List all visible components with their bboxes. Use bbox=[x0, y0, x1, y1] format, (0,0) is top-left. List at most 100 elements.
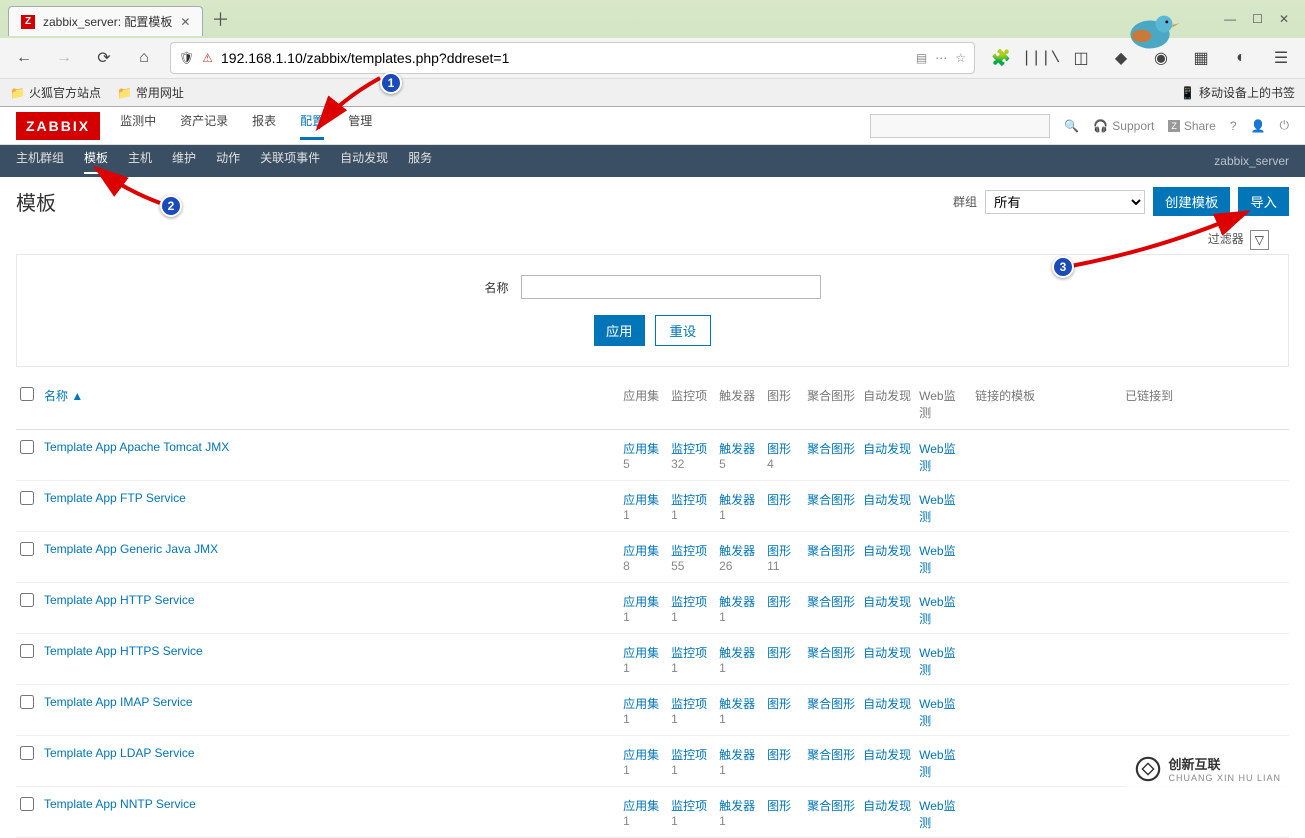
row-checkbox[interactable] bbox=[20, 593, 34, 607]
graphs-link[interactable]: 图形 bbox=[767, 646, 791, 660]
home-button[interactable]: ⌂ bbox=[130, 44, 158, 72]
ext3-icon[interactable]: ▦ bbox=[1187, 44, 1215, 72]
top-nav-item[interactable]: 资产记录 bbox=[180, 112, 228, 140]
reset-button[interactable]: 重设 bbox=[655, 315, 712, 346]
screens-link[interactable]: 聚合图形 bbox=[807, 442, 855, 456]
screens-link[interactable]: 聚合图形 bbox=[807, 646, 855, 660]
discovery-link[interactable]: 自动发现 bbox=[863, 646, 911, 660]
template-name-link[interactable]: Template App HTTPS Service bbox=[44, 644, 203, 658]
apps-link[interactable]: 应用集 1 bbox=[623, 748, 661, 777]
row-checkbox[interactable] bbox=[20, 644, 34, 658]
triggers-link[interactable]: 触发器 1 bbox=[719, 595, 757, 624]
template-name-link[interactable]: Template App HTTP Service bbox=[44, 593, 195, 607]
screens-link[interactable]: 聚合图形 bbox=[807, 544, 855, 558]
screens-link[interactable]: 聚合图形 bbox=[807, 799, 855, 813]
search-input[interactable] bbox=[870, 114, 1050, 138]
discovery-link[interactable]: 自动发现 bbox=[863, 748, 911, 762]
items-link[interactable]: 监控项 1 bbox=[671, 646, 709, 675]
web-link[interactable]: Web监测 bbox=[919, 595, 955, 626]
minimize-icon[interactable]: — bbox=[1224, 12, 1236, 26]
template-name-link[interactable]: Template App IMAP Service bbox=[44, 695, 193, 709]
top-nav-item[interactable]: 监测中 bbox=[120, 112, 156, 140]
browser-tab[interactable]: Z zabbix_server: 配置模板 ✕ bbox=[8, 6, 203, 36]
graphs-link[interactable]: 图形 4 bbox=[767, 442, 793, 471]
template-name-link[interactable]: Template App Apache Tomcat JMX bbox=[44, 440, 229, 454]
bookmark-common[interactable]: 📁常用网址 bbox=[117, 84, 184, 101]
row-checkbox[interactable] bbox=[20, 542, 34, 556]
items-link[interactable]: 监控项 1 bbox=[671, 799, 709, 828]
apply-button[interactable]: 应用 bbox=[594, 315, 645, 346]
group-select[interactable]: 所有 bbox=[985, 190, 1145, 214]
items-link[interactable]: 监控项 1 bbox=[671, 595, 709, 624]
template-name-link[interactable]: Template App LDAP Service bbox=[44, 746, 195, 760]
graphs-link[interactable]: 图形 bbox=[767, 697, 791, 711]
row-checkbox[interactable] bbox=[20, 797, 34, 811]
discovery-link[interactable]: 自动发现 bbox=[863, 799, 911, 813]
filter-icon[interactable]: ▽ bbox=[1250, 230, 1269, 250]
extensions-icon[interactable]: 🧩 bbox=[987, 44, 1015, 72]
triggers-link[interactable]: 触发器 1 bbox=[719, 799, 757, 828]
discovery-link[interactable]: 自动发现 bbox=[863, 544, 911, 558]
graphs-link[interactable]: 图形 11 bbox=[767, 544, 793, 573]
triggers-link[interactable]: 触发器 1 bbox=[719, 493, 757, 522]
library-icon[interactable]: |||\ bbox=[1027, 44, 1055, 72]
apps-link[interactable]: 应用集 5 bbox=[623, 442, 661, 471]
help-icon[interactable]: ? bbox=[1230, 119, 1237, 133]
shield-icon[interactable]: 🛡 bbox=[179, 51, 194, 65]
items-link[interactable]: 监控项 55 bbox=[671, 544, 709, 573]
power-icon[interactable]: ⏻ bbox=[1280, 118, 1290, 133]
discovery-link[interactable]: 自动发现 bbox=[863, 442, 911, 456]
apps-link[interactable]: 应用集 8 bbox=[623, 544, 661, 573]
discovery-link[interactable]: 自动发现 bbox=[863, 595, 911, 609]
top-nav-item[interactable]: 管理 bbox=[348, 112, 372, 140]
support-link[interactable]: 🎧Support bbox=[1093, 119, 1154, 133]
web-link[interactable]: Web监测 bbox=[919, 544, 955, 575]
items-link[interactable]: 监控项 1 bbox=[671, 748, 709, 777]
reader-icon[interactable]: ▤ bbox=[916, 51, 927, 65]
close-icon[interactable]: ✕ bbox=[180, 15, 190, 29]
maximize-icon[interactable]: ☐ bbox=[1252, 12, 1263, 26]
triggers-link[interactable]: 触发器 1 bbox=[719, 646, 757, 675]
select-all-checkbox[interactable] bbox=[20, 387, 34, 401]
row-checkbox[interactable] bbox=[20, 695, 34, 709]
sub-nav-item[interactable]: 动作 bbox=[216, 149, 240, 174]
discovery-link[interactable]: 自动发现 bbox=[863, 697, 911, 711]
row-checkbox[interactable] bbox=[20, 440, 34, 454]
name-input[interactable] bbox=[521, 275, 821, 299]
back-button[interactable]: ← bbox=[10, 44, 38, 72]
graphs-link[interactable]: 图形 bbox=[767, 595, 791, 609]
share-link[interactable]: ZShare bbox=[1168, 119, 1216, 133]
template-name-link[interactable]: Template App NNTP Service bbox=[44, 797, 196, 811]
web-link[interactable]: Web监测 bbox=[919, 748, 955, 779]
zabbix-logo[interactable]: ZABBIX bbox=[16, 112, 100, 140]
triggers-link[interactable]: 触发器 5 bbox=[719, 442, 757, 471]
sub-nav-item[interactable]: 维护 bbox=[172, 149, 196, 174]
apps-link[interactable]: 应用集 1 bbox=[623, 595, 661, 624]
discovery-link[interactable]: 自动发现 bbox=[863, 493, 911, 507]
search-icon[interactable]: 🔍 bbox=[1064, 119, 1079, 133]
triggers-link[interactable]: 触发器 26 bbox=[719, 544, 757, 573]
reload-button[interactable]: ⟳ bbox=[90, 44, 118, 72]
bookmark-star-icon[interactable]: ☆ bbox=[955, 51, 966, 65]
triggers-link[interactable]: 触发器 1 bbox=[719, 748, 757, 777]
screens-link[interactable]: 聚合图形 bbox=[807, 697, 855, 711]
triggers-link[interactable]: 触发器 1 bbox=[719, 697, 757, 726]
sub-nav-item[interactable]: 自动发现 bbox=[340, 149, 388, 174]
screens-link[interactable]: 聚合图形 bbox=[807, 595, 855, 609]
sub-nav-item[interactable]: 模板 bbox=[84, 149, 108, 174]
create-template-button[interactable]: 创建模板 bbox=[1153, 187, 1230, 216]
user-icon[interactable]: 👤 bbox=[1251, 119, 1266, 133]
row-checkbox[interactable] bbox=[20, 491, 34, 505]
bookmark-firefox[interactable]: 📁火狐官方站点 bbox=[10, 84, 101, 101]
graphs-link[interactable]: 图形 bbox=[767, 493, 791, 507]
web-link[interactable]: Web监测 bbox=[919, 493, 955, 524]
items-link[interactable]: 监控项 1 bbox=[671, 493, 709, 522]
template-name-link[interactable]: Template App Generic Java JMX bbox=[44, 542, 218, 556]
web-link[interactable]: Web监测 bbox=[919, 646, 955, 677]
graphs-link[interactable]: 图形 bbox=[767, 748, 791, 762]
web-link[interactable]: Web监测 bbox=[919, 442, 955, 473]
menu-icon[interactable]: ☰ bbox=[1267, 44, 1295, 72]
apps-link[interactable]: 应用集 1 bbox=[623, 799, 661, 828]
items-link[interactable]: 监控项 32 bbox=[671, 442, 709, 471]
apps-link[interactable]: 应用集 1 bbox=[623, 646, 661, 675]
